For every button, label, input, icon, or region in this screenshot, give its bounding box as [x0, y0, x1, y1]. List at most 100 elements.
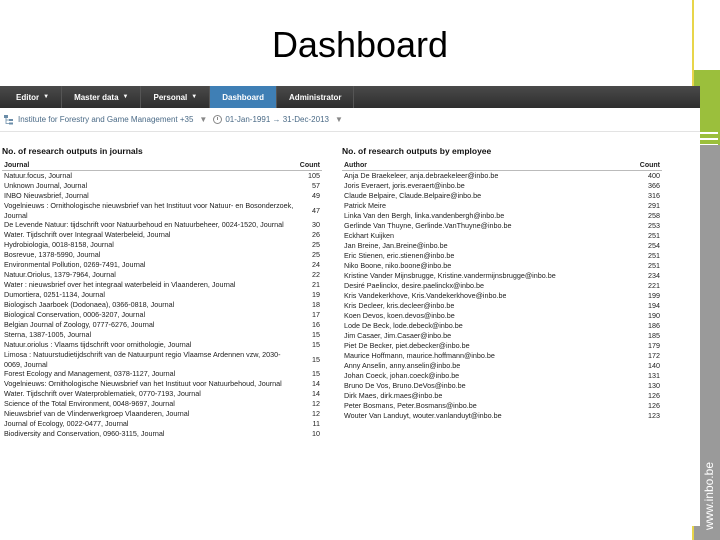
table-row[interactable]: Unknown Journal, Journal 57 [2, 181, 322, 191]
table-row[interactable]: Niko Boone, niko.boone@inbo.be 251 [342, 261, 662, 271]
row-name[interactable]: Vogelnieuws: Ornithologische Nieuwsbrief… [4, 379, 282, 389]
table-row[interactable]: Forest Ecology and Management, 0378-1127… [2, 369, 322, 379]
row-name[interactable]: Bosrevue, 1378-5990, Journal [4, 250, 100, 260]
table-row[interactable]: Biodiversity and Conservation, 0960-3115… [2, 429, 322, 439]
table-row[interactable]: Koen Devos, koen.devos@inbo.be 190 [342, 311, 662, 321]
table-row[interactable]: Joris Everaert, joris.everaert@inbo.be 36… [342, 181, 662, 191]
table-row[interactable]: Kris Vandekerkhove, Kris.Vandekerkhove@i… [342, 291, 662, 301]
row-name[interactable]: Joris Everaert, joris.everaert@inbo.be [344, 181, 465, 191]
row-name[interactable]: Vogelnieuws : Ornithologische nieuwsbrie… [4, 201, 294, 220]
table-row[interactable]: Bruno De Vos, Bruno.DeVos@inbo.be 130 [342, 381, 662, 391]
row-name[interactable]: Eckhart Kuijken [344, 231, 394, 241]
row-name[interactable]: Water. Tijdschrift over Integraal Waterb… [4, 230, 170, 240]
table-row[interactable]: Natuur.oriolus : Vlaams tijdschrift voor… [2, 340, 322, 350]
table-row[interactable]: Peter Bosmans, Peter.Bosmans@inbo.be 126 [342, 401, 662, 411]
table-row[interactable]: Sterna, 1387-1005, Journal 15 [2, 330, 322, 340]
row-name[interactable]: Biodiversity and Conservation, 0960-3115… [4, 429, 164, 439]
row-name[interactable]: Johan Coeck, johan.coeck@inbo.be [344, 371, 459, 381]
row-name[interactable]: Piet De Becker, piet.debecker@inbo.be [344, 341, 470, 351]
table-row[interactable]: Eckhart Kuijken 251 [342, 231, 662, 241]
table-row[interactable]: Natuur.Oriolus, 1379-7964, Journal 22 [2, 270, 322, 280]
row-name[interactable]: Patrick Meire [344, 201, 386, 211]
row-name[interactable]: Wouter Van Landuyt, wouter.vanlanduyt@in… [344, 411, 502, 421]
row-name[interactable]: Sterna, 1387-1005, Journal [4, 330, 91, 340]
row-name[interactable]: INBO Nieuwsbrief, Journal [4, 191, 89, 201]
row-name[interactable]: Anny Anselin, anny.anselin@inbo.be [344, 361, 460, 371]
tab-administrator[interactable]: Administrator [277, 86, 355, 108]
table-row[interactable]: Patrick Meire 291 [342, 201, 662, 211]
row-name[interactable]: Linka Van den Bergh, linka.vandenbergh@i… [344, 211, 504, 221]
row-name[interactable]: Forest Ecology and Management, 0378-1127… [4, 369, 175, 379]
table-row[interactable]: Science of the Total Environment, 0048-9… [2, 399, 322, 409]
row-name[interactable]: De Levende Natuur: tijdschrift voor Natu… [4, 220, 284, 230]
table-row[interactable]: Claude Belpaire, Claude.Belpaire@inbo.be… [342, 191, 662, 201]
table-row[interactable]: Hydrobiologia, 0018-8158, Journal 25 [2, 240, 322, 250]
row-name[interactable]: Dirk Maes, dirk.maes@inbo.be [344, 391, 442, 401]
table-row[interactable]: Anny Anselin, anny.anselin@inbo.be 140 [342, 361, 662, 371]
row-name[interactable]: Kris Vandekerkhove, Kris.Vandekerkhove@i… [344, 291, 506, 301]
row-name[interactable]: Kris Decleer, kris.decleer@inbo.be [344, 301, 454, 311]
table-row[interactable]: Johan Coeck, johan.coeck@inbo.be 131 [342, 371, 662, 381]
table-row[interactable]: Desiré Paelinckx, desire.paelinckx@inbo.… [342, 281, 662, 291]
row-name[interactable]: Jan Breine, Jan.Breine@inbo.be [344, 241, 448, 251]
table-row[interactable]: Kris Decleer, kris.decleer@inbo.be 194 [342, 301, 662, 311]
table-row[interactable]: Piet De Becker, piet.debecker@inbo.be 179 [342, 341, 662, 351]
row-name[interactable]: Kristine Vander Mijnsbrugge, Kristine.va… [344, 271, 556, 281]
table-row[interactable]: Gerlinde Van Thuyne, Gerlinde.VanThuyne@… [342, 221, 662, 231]
row-name[interactable]: Maurice Hoffmann, maurice.hoffmann@inbo.… [344, 351, 495, 361]
row-name[interactable]: Journal of Ecology, 0022-0477, Journal [4, 419, 129, 429]
tab-master-data[interactable]: Master data ▼ [62, 86, 142, 108]
table-row[interactable]: Limosa : Natuurstudietijdschrift van de … [2, 350, 322, 369]
row-name[interactable]: Biologisch Jaarboek (Dodonaea), 0366-081… [4, 300, 174, 310]
row-name[interactable]: Peter Bosmans, Peter.Bosmans@inbo.be [344, 401, 477, 411]
row-name[interactable]: Science of the Total Environment, 0048-9… [4, 399, 175, 409]
row-name[interactable]: Lode De Beck, lode.debeck@inbo.be [344, 321, 463, 331]
table-row[interactable]: Biologisch Jaarboek (Dodonaea), 0366-081… [2, 300, 322, 310]
table-row[interactable]: De Levende Natuur: tijdschrift voor Natu… [2, 220, 322, 230]
table-row[interactable]: Maurice Hoffmann, maurice.hoffmann@inbo.… [342, 351, 662, 361]
table-row[interactable]: Wouter Van Landuyt, wouter.vanlanduyt@in… [342, 411, 662, 421]
table-row[interactable]: Water : nieuwsbrief over het integraal w… [2, 280, 322, 290]
row-name[interactable]: Environmental Pollution, 0269-7491, Jour… [4, 260, 145, 270]
table-row[interactable]: Water. Tijdschrift over Integraal Waterb… [2, 230, 322, 240]
row-name[interactable]: Natuur.Oriolus, 1379-7964, Journal [4, 270, 116, 280]
row-name[interactable]: Limosa : Natuurstudietijdschrift van de … [4, 350, 294, 369]
table-row[interactable]: Biological Conservation, 0006-3207, Jour… [2, 310, 322, 320]
table-row[interactable]: Jan Breine, Jan.Breine@inbo.be 254 [342, 241, 662, 251]
table-row[interactable]: Eric Stienen, eric.stienen@inbo.be 251 [342, 251, 662, 261]
row-name[interactable]: Unknown Journal, Journal [4, 181, 87, 191]
table-row[interactable]: Vogelnieuws : Ornithologische nieuwsbrie… [2, 201, 322, 220]
period-funnel-icon[interactable]: ▼ [335, 115, 343, 124]
row-name[interactable]: Natuur.oriolus : Vlaams tijdschrift voor… [4, 340, 191, 350]
row-name[interactable]: Claude Belpaire, Claude.Belpaire@inbo.be [344, 191, 481, 201]
tab-dashboard[interactable]: Dashboard [210, 86, 278, 108]
table-row[interactable]: Environmental Pollution, 0269-7491, Jour… [2, 260, 322, 270]
table-row[interactable]: Lode De Beck, lode.debeck@inbo.be 186 [342, 321, 662, 331]
table-row[interactable]: Dirk Maes, dirk.maes@inbo.be 126 [342, 391, 662, 401]
period-filter[interactable]: 01-Jan-1991 → 31-Dec-2013 [225, 115, 329, 124]
table-row[interactable]: Belgian Journal of Zoology, 0777-6276, J… [2, 320, 322, 330]
row-name[interactable]: Eric Stienen, eric.stienen@inbo.be [344, 251, 454, 261]
table-row[interactable]: Vogelnieuws: Ornithologische Nieuwsbrief… [2, 379, 322, 389]
row-name[interactable]: Bruno De Vos, Bruno.DeVos@inbo.be [344, 381, 466, 391]
row-name[interactable]: Desiré Paelinckx, desire.paelinckx@inbo.… [344, 281, 484, 291]
organisation-filter[interactable]: Institute for Forestry and Game Manageme… [18, 115, 193, 124]
table-row[interactable]: Natuur.focus, Journal 105 [2, 171, 322, 181]
table-row[interactable]: Water. Tijdschrift over Waterproblematie… [2, 389, 322, 399]
table-row[interactable]: Bosrevue, 1378-5990, Journal 25 [2, 250, 322, 260]
row-name[interactable]: Gerlinde Van Thuyne, Gerlinde.VanThuyne@… [344, 221, 512, 231]
table-row[interactable]: Linka Van den Bergh, linka.vandenbergh@i… [342, 211, 662, 221]
table-row[interactable]: Dumortiera, 0251-1134, Journal 19 [2, 290, 322, 300]
tab-editor[interactable]: Editor ▼ [4, 86, 63, 108]
row-name[interactable]: Hydrobiologia, 0018-8158, Journal [4, 240, 114, 250]
table-row[interactable]: INBO Nieuwsbrief, Journal 49 [2, 191, 322, 201]
row-name[interactable]: Anja De Braekeleer, anja.debraekeleer@in… [344, 171, 498, 181]
table-row[interactable]: Kristine Vander Mijnsbrugge, Kristine.va… [342, 271, 662, 281]
row-name[interactable]: Niko Boone, niko.boone@inbo.be [344, 261, 451, 271]
row-name[interactable]: Biological Conservation, 0006-3207, Jour… [4, 310, 145, 320]
row-name[interactable]: Water : nieuwsbrief over het integraal w… [4, 280, 235, 290]
row-name[interactable]: Jim Casaer, Jim.Casaer@inbo.be [344, 331, 451, 341]
table-row[interactable]: Anja De Braekeleer, anja.debraekeleer@in… [342, 171, 662, 181]
row-name[interactable]: Koen Devos, koen.devos@inbo.be [344, 311, 455, 321]
table-row[interactable]: Nieuwsbrief van de Vlinderwerkgroep Vlaa… [2, 409, 322, 419]
